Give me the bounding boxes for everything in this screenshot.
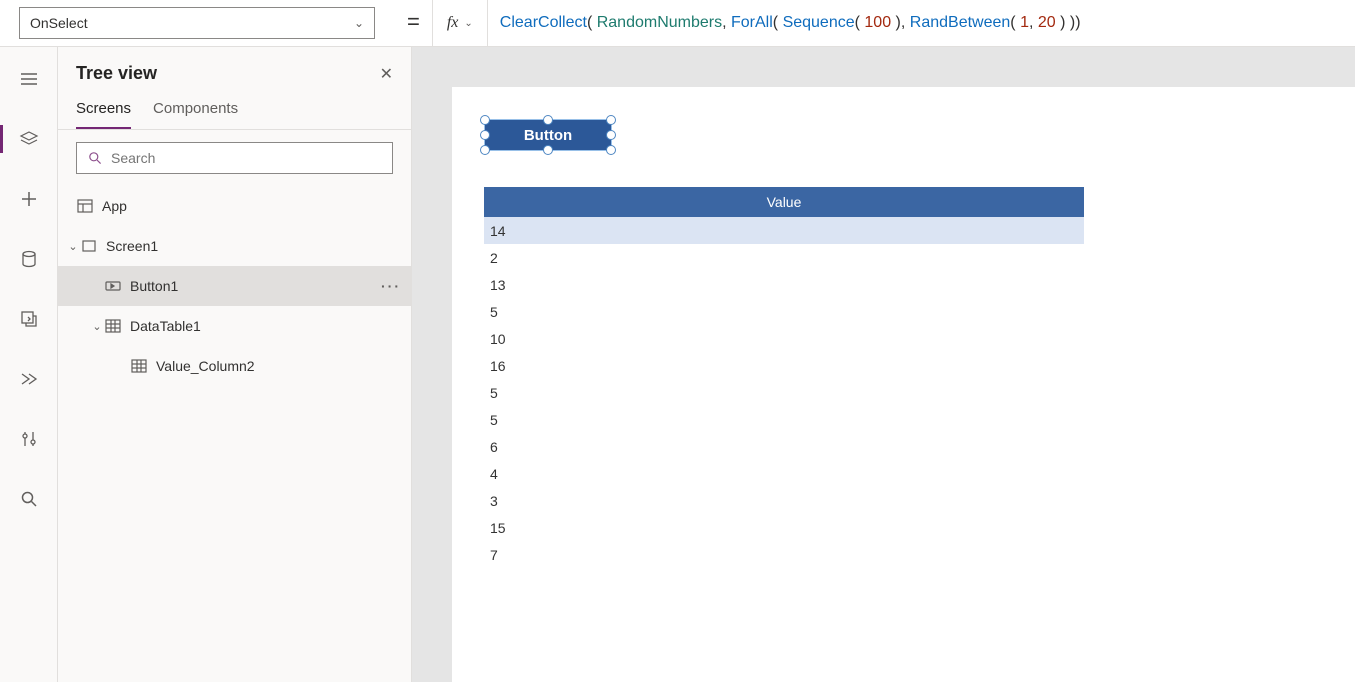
tree-item-label: App <box>102 198 127 214</box>
fx-button[interactable]: fx ⌄ <box>432 0 488 46</box>
resize-handle[interactable] <box>606 115 616 125</box>
table-row[interactable]: 10 <box>484 325 1084 352</box>
screen-surface[interactable]: Button Value 142135101655643157 <box>452 87 1355 682</box>
left-rail <box>0 47 58 682</box>
tree-item-button1[interactable]: Button1 ··· <box>58 266 411 306</box>
table-row[interactable]: 2 <box>484 244 1084 271</box>
tree-item-label: DataTable1 <box>130 318 201 334</box>
tab-components[interactable]: Components <box>153 100 238 129</box>
formula-token: ( <box>1010 14 1020 32</box>
flows-icon[interactable] <box>9 359 49 399</box>
property-name: OnSelect <box>30 15 88 31</box>
formula-bar: OnSelect ⌄ = fx ⌄ ClearCollect( RandomNu… <box>0 0 1355 47</box>
resize-handle[interactable] <box>480 145 490 155</box>
button-icon <box>104 277 122 295</box>
button-control-selection[interactable]: Button <box>484 119 612 151</box>
formula-token: ClearCollect <box>500 14 587 32</box>
chevron-down-icon: ⌄ <box>464 18 472 29</box>
table-row[interactable]: 4 <box>484 460 1084 487</box>
tree-list: App ⌄ Screen1 Button1 ··· ⌄ <box>58 186 411 682</box>
tree-item-label: Button1 <box>130 278 178 294</box>
tab-screens[interactable]: Screens <box>76 100 131 129</box>
insert-icon[interactable] <box>9 179 49 219</box>
canvas-area[interactable]: Button Value 142135101655643157 <box>412 47 1355 682</box>
resize-handle[interactable] <box>543 115 553 125</box>
resize-handle[interactable] <box>480 115 490 125</box>
datatable-body: 142135101655643157 <box>484 217 1084 568</box>
datatable-header[interactable]: Value <box>484 187 1084 217</box>
formula-token: 20 <box>1038 14 1056 32</box>
resize-handle[interactable] <box>543 145 553 155</box>
property-dropdown[interactable]: OnSelect ⌄ <box>19 7 375 39</box>
screen-icon <box>80 237 98 255</box>
chevron-down-icon: ⌄ <box>354 16 364 30</box>
formula-token: ), <box>891 14 910 32</box>
table-row[interactable]: 7 <box>484 541 1084 568</box>
tree-search[interactable] <box>76 142 393 174</box>
table-row[interactable]: 13 <box>484 271 1084 298</box>
main-layout: Tree view ✕ Screens Components App ⌄ <box>0 47 1355 682</box>
formula-token: ) )) <box>1056 14 1081 32</box>
button-control[interactable]: Button <box>484 119 612 151</box>
tree-item-screen1[interactable]: ⌄ Screen1 <box>58 226 411 266</box>
chevron-down-icon[interactable]: ⌄ <box>90 320 104 333</box>
app-icon <box>76 197 94 215</box>
resize-handle[interactable] <box>606 130 616 140</box>
search-input[interactable] <box>111 150 382 166</box>
tree-item-value-column[interactable]: Value_Column2 <box>58 346 411 386</box>
search-icon <box>87 150 103 166</box>
datatable-control[interactable]: Value 142135101655643157 <box>484 187 1084 568</box>
formula-input[interactable]: ClearCollect( RandomNumbers, ForAll( Seq… <box>488 0 1355 46</box>
column-icon <box>130 357 148 375</box>
close-icon[interactable]: ✕ <box>380 64 393 84</box>
tree-tabs: Screens Components <box>58 92 411 130</box>
table-row[interactable]: 6 <box>484 433 1084 460</box>
formula-token: RandomNumbers <box>597 14 722 32</box>
tree-item-label: Screen1 <box>106 238 158 254</box>
tree-item-label: Value_Column2 <box>156 358 255 374</box>
table-row[interactable]: 15 <box>484 514 1084 541</box>
formula-token: ( <box>773 14 783 32</box>
formula-token: RandBetween <box>910 14 1011 32</box>
media-icon[interactable] <box>9 299 49 339</box>
table-row[interactable]: 5 <box>484 298 1084 325</box>
formula-token: 1 <box>1020 14 1029 32</box>
button-label: Button <box>524 127 572 144</box>
more-icon[interactable]: ··· <box>381 278 401 294</box>
formula-token: ForAll <box>731 14 773 32</box>
equals-sign: = <box>395 9 432 38</box>
resize-handle[interactable] <box>606 145 616 155</box>
datatable-icon <box>104 317 122 335</box>
formula-token: , <box>1029 14 1038 32</box>
table-row[interactable]: 16 <box>484 352 1084 379</box>
formula-token: , <box>722 14 731 32</box>
table-row[interactable]: 5 <box>484 406 1084 433</box>
chevron-down-icon[interactable]: ⌄ <box>66 240 80 253</box>
tree-view-title: Tree view <box>76 63 157 84</box>
formula-token: ( <box>855 14 865 32</box>
resize-handle[interactable] <box>480 130 490 140</box>
formula-token: 100 <box>864 14 891 32</box>
tree-view-icon[interactable] <box>9 119 49 159</box>
hamburger-icon[interactable] <box>9 59 49 99</box>
tree-item-app[interactable]: App <box>58 186 411 226</box>
fx-icon: fx <box>447 14 459 32</box>
table-row[interactable]: 5 <box>484 379 1084 406</box>
formula-token: ( <box>587 14 597 32</box>
settings-icon[interactable] <box>9 419 49 459</box>
formula-token: Sequence <box>783 14 855 32</box>
table-row[interactable]: 14 <box>484 217 1084 244</box>
search-icon[interactable] <box>9 479 49 519</box>
tree-item-datatable1[interactable]: ⌄ DataTable1 <box>58 306 411 346</box>
data-icon[interactable] <box>9 239 49 279</box>
tree-view-panel: Tree view ✕ Screens Components App ⌄ <box>58 47 412 682</box>
table-row[interactable]: 3 <box>484 487 1084 514</box>
